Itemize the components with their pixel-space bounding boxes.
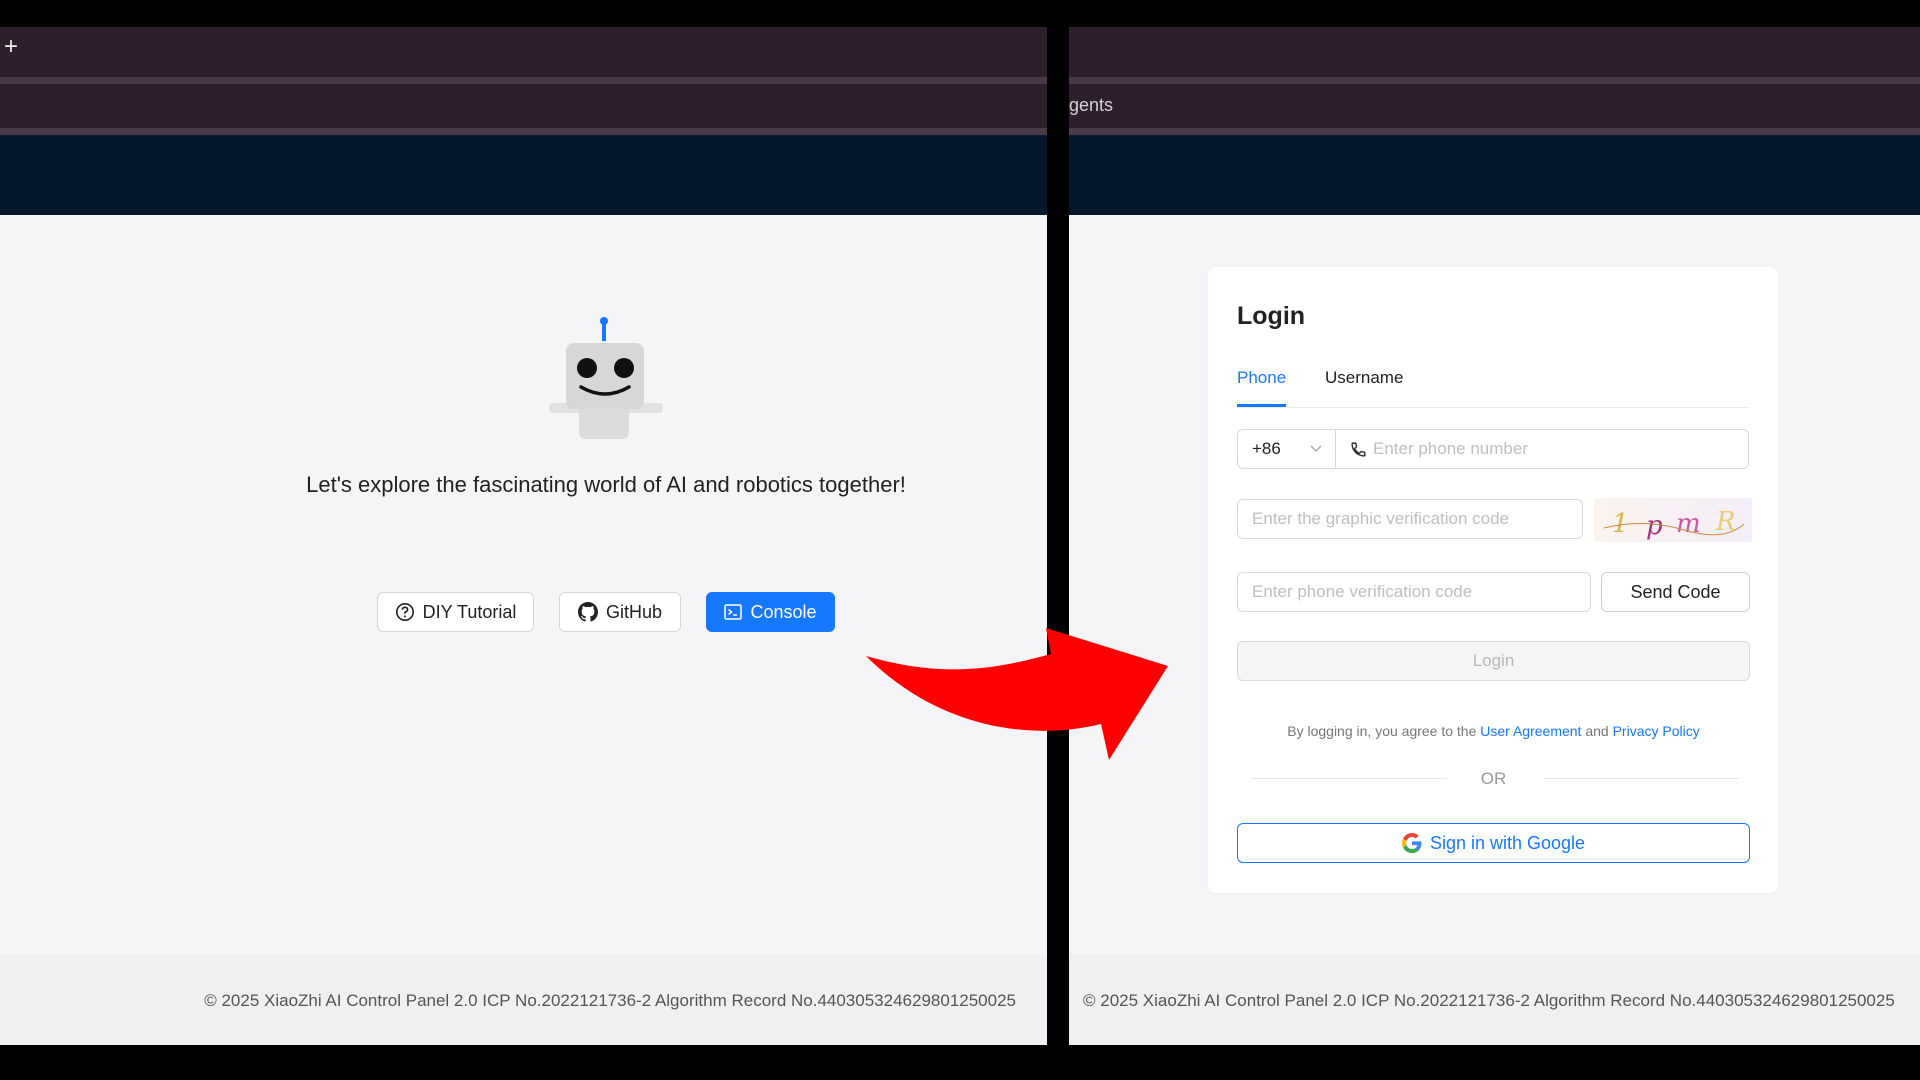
google-signin-button[interactable]: Sign in with Google bbox=[1237, 823, 1750, 863]
welcome-tagline: Let's explore the fascinating world of A… bbox=[306, 472, 906, 497]
send-code-button[interactable]: Send Code bbox=[1601, 572, 1750, 612]
google-signin-label: Sign in with Google bbox=[1429, 832, 1586, 853]
github-button[interactable]: GitHub bbox=[559, 592, 681, 632]
captcha-placeholder: Enter the graphic verification code bbox=[1252, 509, 1510, 528]
page-footer: © 2025 XiaoZhi AI Control Panel 2.0 ICP … bbox=[1069, 954, 1920, 1045]
tab-username[interactable]: Username bbox=[1325, 368, 1403, 388]
or-divider-right bbox=[1544, 778, 1739, 779]
phone-number-input[interactable]: Enter phone number bbox=[1335, 429, 1749, 469]
github-icon bbox=[577, 602, 598, 622]
browser-bookmark-bar: gents bbox=[1069, 84, 1920, 135]
tab-phone[interactable]: Phone bbox=[1237, 368, 1286, 388]
red-arrow-annotation bbox=[866, 628, 1168, 760]
split-divider bbox=[1047, 27, 1069, 1045]
svg-text:p: p bbox=[1646, 511, 1663, 541]
svg-text:R: R bbox=[1715, 507, 1736, 537]
phone-code-placeholder: Enter phone verification code bbox=[1252, 582, 1473, 601]
agreement-prefix: By logging in, you agree to the bbox=[1287, 723, 1477, 739]
console-button[interactable]: Console bbox=[706, 592, 835, 632]
captcha-image[interactable]: 1 p m R bbox=[1594, 498, 1752, 542]
robot-logo bbox=[549, 317, 663, 439]
page-footer: © 2025 XiaoZhi AI Control Panel 2.0 ICP … bbox=[0, 954, 1047, 1045]
agreement-text: By logging in, you agree to the User Agr… bbox=[1237, 723, 1750, 739]
terminal-icon bbox=[724, 604, 743, 620]
github-label: GitHub bbox=[605, 601, 663, 622]
diy-tutorial-label: DIY Tutorial bbox=[422, 601, 517, 622]
google-icon bbox=[1401, 833, 1422, 853]
home-screen-panel: + Let's explore the fascinating world of… bbox=[0, 27, 1047, 1045]
user-agreement-link[interactable]: User Agreement bbox=[1480, 723, 1581, 739]
browser-tab-bar bbox=[1069, 27, 1920, 84]
login-screen-panel: gents Login Phone Username +86 Enter pho… bbox=[1069, 27, 1920, 1045]
console-label: Console bbox=[750, 601, 817, 622]
captcha-input[interactable]: Enter the graphic verification code bbox=[1237, 499, 1583, 539]
privacy-policy-link[interactable]: Privacy Policy bbox=[1613, 723, 1700, 739]
footer-copyright: © 2025 XiaoZhi AI Control Panel 2.0 ICP … bbox=[204, 991, 1016, 1010]
phone-code-input[interactable]: Enter phone verification code bbox=[1237, 572, 1591, 612]
site-header bbox=[1069, 135, 1920, 215]
question-circle-icon bbox=[395, 603, 414, 621]
bookmark-partial-label[interactable]: gents bbox=[1069, 95, 1113, 116]
browser-tab-bar: + bbox=[0, 27, 1047, 84]
browser-bookmark-bar bbox=[0, 84, 1047, 135]
agreement-and: and bbox=[1585, 723, 1609, 739]
login-title: Login bbox=[1237, 302, 1306, 330]
phone-number-placeholder: Enter phone number bbox=[1373, 439, 1528, 458]
new-tab-icon[interactable]: + bbox=[4, 35, 18, 59]
footer-copyright: © 2025 XiaoZhi AI Control Panel 2.0 ICP … bbox=[1083, 991, 1895, 1010]
chevron-down-icon bbox=[1310, 445, 1322, 453]
diy-tutorial-button[interactable]: DIY Tutorial bbox=[377, 592, 534, 632]
login-button[interactable]: Login bbox=[1237, 641, 1750, 681]
svg-text:m: m bbox=[1676, 509, 1701, 539]
active-tab-indicator bbox=[1237, 404, 1286, 407]
or-separator: OR bbox=[1480, 769, 1507, 788]
country-code-select[interactable]: +86 bbox=[1237, 429, 1335, 469]
site-header bbox=[0, 135, 1047, 215]
tab-divider bbox=[1237, 407, 1749, 408]
country-code-value: +86 bbox=[1252, 439, 1281, 458]
phone-icon bbox=[1351, 441, 1366, 457]
